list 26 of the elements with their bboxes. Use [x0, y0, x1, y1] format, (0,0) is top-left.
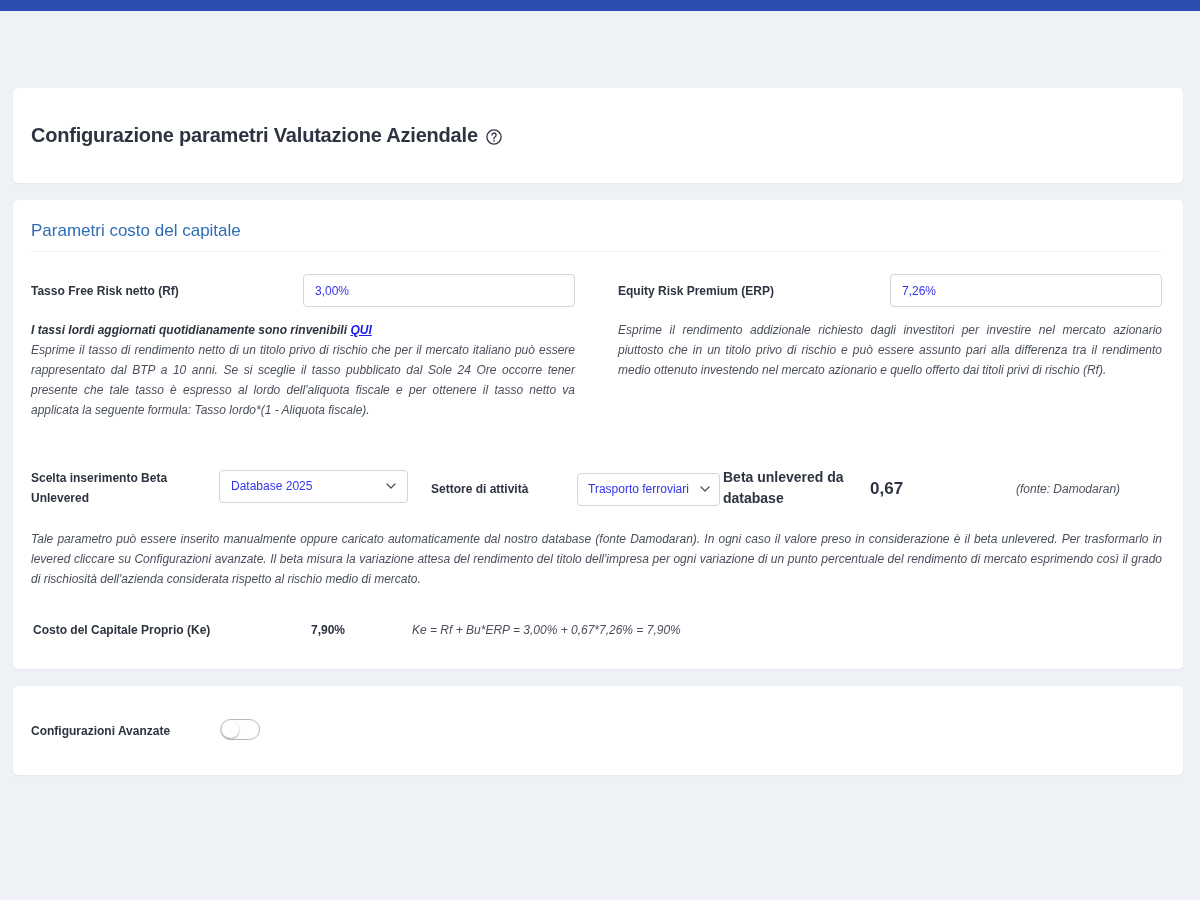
input-field[interactable]: 7,26% — [890, 274, 1162, 307]
input-field[interactable]: 3,00% — [303, 274, 575, 307]
chevron-down-icon — [700, 486, 710, 492]
link[interactable]: QUI — [350, 323, 372, 337]
field-label: Tasso Free Risk netto (Rf) — [31, 283, 180, 298]
note-text: I tassi lordi aggiornati quotidianamente sono rinvenibili QUI — [31, 322, 373, 339]
field-label: Settore di attività — [431, 482, 530, 496]
field-label: Beta unlevered da database — [723, 468, 845, 508]
page-title: Configurazione parametri Valutazione Aziendale — [31, 124, 478, 147]
dropdown[interactable]: Trasporto ferroviari — [577, 472, 720, 506]
description-text: Tale parametro può essere inserito manualmente oppure caricato automaticamente dal nostro database (fonte Damodaran). In ogni caso il valore preso in considerazione è il beta unlevered. Per trasformarlo in levered cliccare su Configurazioni avanzate. Il beta misura la variazione attesa del rendimento del titolo dell'impresa per ogni variazione di un punto percentuale del rendimento di mercato esprimendo così il grado di rischiosità dell'azienda considerata rispetto al rischio medio di mercato. — [31, 531, 1162, 588]
help-icon — [485, 128, 502, 145]
source-note: (fonte: Damodaran) — [1016, 482, 1121, 496]
result-value: 7,90% — [311, 622, 347, 639]
description-text: Esprime il tasso di rendimento netto di un titolo privo di rischio che per il mercato italiano può essere rappresentato dal BTP a 10 anni. Se si sceglie il tasso pubblicato dal Sole 24 Ore occorre tener presente che tale tasso è espresso al lordo dell'aliquota fiscale e per ottenere il tasso netto va applicata la seguente formula: Tasso lordo*(1 - Aliquota fiscale). — [31, 342, 575, 419]
beta-value: 0,67 — [870, 479, 905, 499]
chevron-down-icon — [386, 483, 396, 489]
dropdown[interactable]: Database 2025 — [219, 469, 408, 503]
toggle-switch[interactable] — [220, 719, 260, 740]
field-label: Equity Risk Premium (ERP) — [618, 283, 776, 298]
formula-text: Ke = Rf + Bu*ERP = 3,00% + 0,67*7,26% = 7,90% — [412, 622, 681, 639]
section-title: Parametri costo del capitale — [31, 220, 241, 242]
field-label: Scelta inserimento Beta Unlevered — [31, 469, 169, 507]
description-text: Esprime il rendimento addizionale richiesto dagli investitori per investire nel mercato azionario piuttosto che in un titolo privo di rischio e può essere assunto pari alla differenza tra il rendimento medio ottenuto investendo nel mercato azionario e quello offerto dai titoli privi di rischio (Rf). — [618, 322, 1162, 379]
field-label: Configurazioni Avanzate — [31, 723, 172, 738]
field-label: Costo del Capitale Proprio (Ke) — [33, 622, 212, 639]
